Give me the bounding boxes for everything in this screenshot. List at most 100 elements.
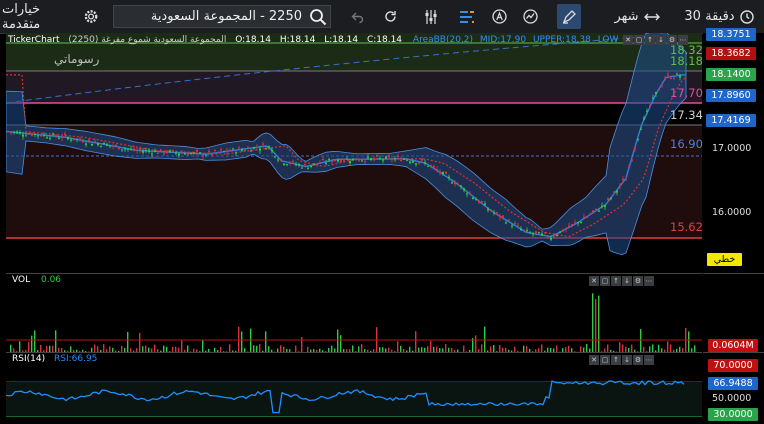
candle-body [583,217,585,219]
close-pane-icon[interactable]: ✕ [589,276,599,286]
scale-type-button[interactable]: خطي [707,253,742,266]
candle-body [454,183,456,184]
rsi-zone [6,382,702,416]
candle-body [34,134,36,135]
candle-body [415,163,417,164]
candle-body [598,211,600,212]
candle-body [235,152,237,153]
volume-bar [445,344,446,352]
volume-bar [607,344,608,352]
candle-body [19,132,21,133]
candle-body [37,135,39,136]
search-icon[interactable] [309,8,327,26]
volume-bar [31,336,32,352]
volume-bar [361,344,362,352]
chart-settings-button[interactable] [420,4,442,29]
candle-body [367,157,369,158]
settings-icon[interactable]: ⚙ [633,355,643,365]
candle-body [463,188,465,190]
candle-body [445,172,447,174]
candle-body [358,160,360,161]
window-icon[interactable]: ▢ [600,355,610,365]
candle-body [589,214,591,215]
price-marker: 17.70 [670,86,703,100]
volume-pane-controls: ✕▢↑↓⚙⋯ [589,276,654,286]
candle-body [322,159,324,160]
candle-body [478,201,480,203]
timeframe-button[interactable]: 30 دقيقة [677,4,761,29]
alerts-button[interactable] [489,4,509,29]
volume-bar [280,345,281,352]
candle-body [370,158,372,160]
candle-body [430,165,432,166]
indicators-button[interactable] [456,4,478,29]
close-pane-icon[interactable]: ✕ [589,355,599,365]
volume-bar [28,342,29,352]
candle-body [244,150,246,151]
candle-body [679,76,681,78]
candle-body [7,131,9,132]
volume-bar [667,341,668,352]
candle-body [628,166,630,168]
candle-body [88,139,90,140]
candle-body [565,228,567,229]
candle-body [622,179,624,181]
candle-body [406,160,408,161]
volume-bar [694,345,695,352]
move-up-icon[interactable]: ↑ [611,355,621,365]
more-icon[interactable]: ⋯ [644,276,654,286]
candle-body [262,144,264,145]
move-down-icon[interactable]: ↓ [622,276,632,286]
symbol-text: 2250 - المجموعة السعودية [151,9,302,24]
settings-icon[interactable]: ⚙ [633,276,643,286]
volume-bar [397,341,398,352]
candle-body [487,209,489,211]
move-up-icon[interactable]: ↑ [645,35,655,45]
advanced-options-button[interactable]: خيارات متقدمة [2,4,98,29]
candle-body [490,209,492,211]
move-up-icon[interactable]: ↑ [611,276,621,286]
price-chart[interactable] [6,33,702,272]
candle-body [568,226,570,228]
candle-body [265,149,267,150]
candle-body [520,229,522,230]
move-down-icon[interactable]: ↓ [622,355,632,365]
candle-body [151,154,153,155]
redo-button[interactable] [380,4,400,29]
candle-body [130,149,132,150]
candle-body [661,85,663,86]
range-button[interactable]: شهر [600,4,674,29]
candle-body [511,225,513,226]
draw-tool-button[interactable] [557,4,581,29]
candle-body [403,159,405,160]
candle-body [592,210,594,212]
candle-body [361,160,363,161]
more-icon[interactable]: ⋯ [644,355,654,365]
move-down-icon[interactable]: ↓ [656,35,666,45]
candle-body [211,154,213,155]
symbol-search-input[interactable]: 2250 - المجموعة السعودية [113,5,331,28]
candle-body [409,161,411,162]
candle-body [523,230,525,231]
candle-body [613,191,615,192]
close-pane-icon[interactable]: ✕ [623,35,633,45]
candle-body [52,134,54,135]
volume-bar [241,331,242,352]
letter-a-icon [492,9,507,24]
compare-button[interactable] [520,4,540,29]
sliders-icon [423,9,439,25]
undo-button[interactable] [347,4,367,29]
candle-body [253,147,255,149]
candle-body [640,129,642,130]
chart-header: TickerChart (2250) المجموعة السعودية شمو… [8,35,618,45]
candle-body [301,168,303,169]
candle-body [307,168,309,169]
candle-body [256,147,258,148]
candle-body [349,161,351,163]
price-pane[interactable] [6,33,702,272]
window-icon[interactable]: ▢ [600,276,610,286]
candle-body [424,162,426,163]
candle-body [451,182,453,183]
window-icon[interactable]: ▢ [634,35,644,45]
candle-body [619,185,621,186]
